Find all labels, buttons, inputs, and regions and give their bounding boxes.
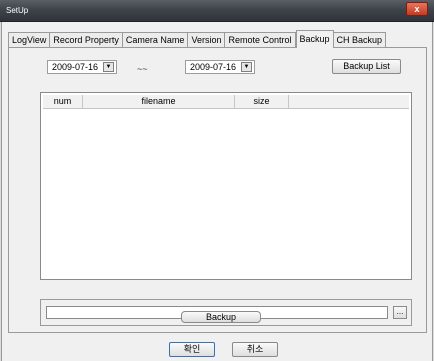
column-num[interactable]: num	[43, 95, 83, 109]
chevron-down-icon[interactable]: ▼	[241, 62, 252, 72]
backup-file-list[interactable]: num filename size	[40, 92, 412, 280]
tab-version[interactable]: Version	[188, 32, 226, 48]
title-bar[interactable]: SetUp x	[0, 0, 434, 22]
tab-remote-control[interactable]: Remote Control	[225, 32, 296, 48]
backup-panel: 2009-07-16 ▼ ~~ 2009-07-16 ▼ Backup List…	[8, 47, 427, 333]
date-range-separator: ~~	[137, 64, 148, 74]
start-date-picker[interactable]: 2009-07-16 ▼	[47, 60, 117, 74]
list-header: num filename size	[43, 95, 409, 109]
setup-window: SetUp x LogView Record Property Camera N…	[0, 0, 434, 361]
start-date-value: 2009-07-16	[52, 62, 99, 72]
chevron-down-icon[interactable]: ▼	[103, 62, 114, 72]
browse-button[interactable]: ...	[393, 306, 407, 319]
cancel-button[interactable]: 취소	[232, 342, 278, 357]
column-filename[interactable]: filename	[83, 95, 235, 109]
ok-button[interactable]: 확인	[169, 342, 215, 357]
tab-record-property[interactable]: Record Property	[50, 32, 123, 48]
tab-logview[interactable]: LogView	[8, 32, 51, 48]
close-button[interactable]: x	[406, 2, 428, 16]
tab-ch-backup[interactable]: CH Backup	[333, 32, 387, 48]
backup-list-button[interactable]: Backup List	[332, 59, 401, 74]
column-size[interactable]: size	[235, 95, 289, 109]
end-date-picker[interactable]: 2009-07-16 ▼	[185, 60, 255, 74]
window-title: SetUp	[6, 6, 29, 15]
tab-backup[interactable]: Backup	[295, 30, 334, 48]
backup-button[interactable]: Backup	[181, 311, 261, 323]
tab-strip: LogView Record Property Camera Name Vers…	[8, 30, 387, 48]
client-area: LogView Record Property Camera Name Vers…	[1, 22, 433, 361]
end-date-value: 2009-07-16	[190, 62, 237, 72]
tab-camera-name[interactable]: Camera Name	[122, 32, 189, 48]
